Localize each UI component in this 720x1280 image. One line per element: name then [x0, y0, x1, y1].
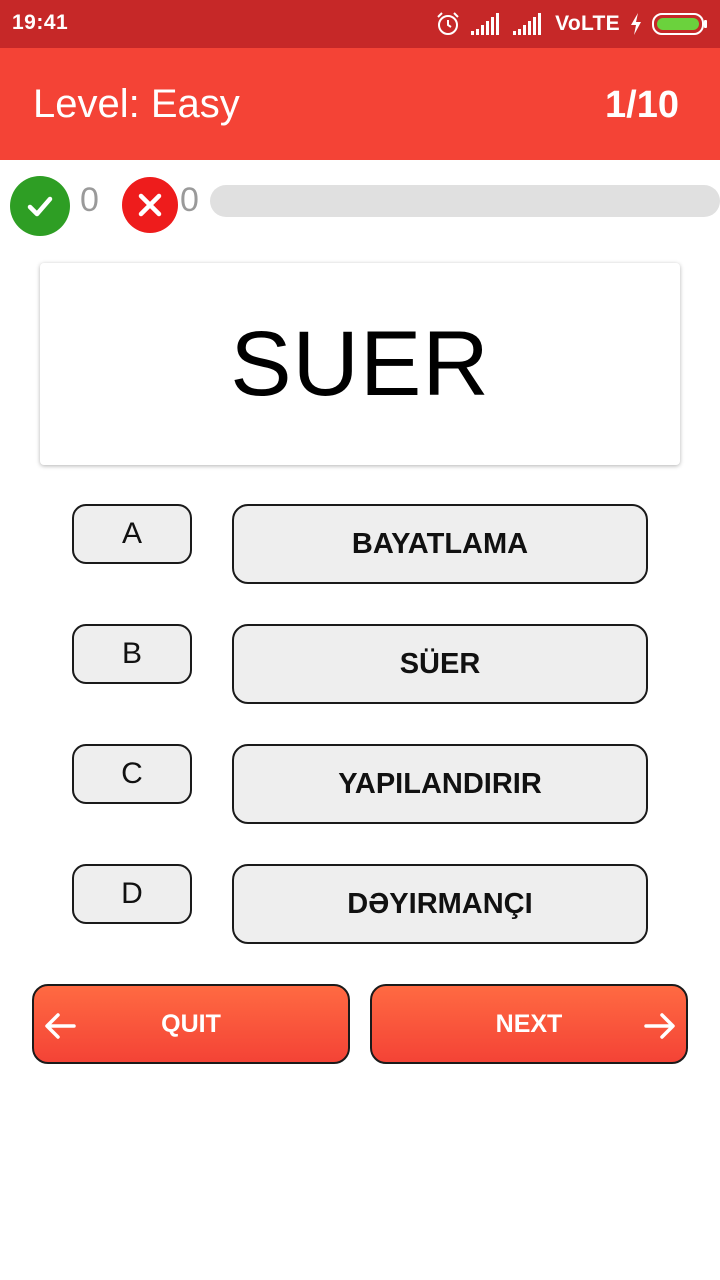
question-word: SUER [230, 312, 490, 415]
status-icons: VoLTE [435, 8, 708, 40]
option-letter-b: B [72, 624, 192, 684]
app-bar: Level: Easy 1/10 [0, 48, 720, 160]
option-letter-a: A [72, 504, 192, 564]
question-card: SUER [40, 263, 680, 465]
next-label: NEXT [495, 1009, 563, 1038]
alarm-icon [435, 11, 461, 37]
option-letter-d: D [72, 864, 192, 924]
arrow-right-icon [642, 1008, 678, 1044]
status-time: 19:41 [12, 11, 69, 34]
checkmark-icon [10, 176, 70, 236]
battery-icon [652, 12, 708, 36]
answer-button-d[interactable]: DƏYIRMANÇI [232, 864, 648, 944]
wrong-count: 0 [180, 181, 199, 219]
answer-button-a[interactable]: BAYATLAMA [232, 504, 648, 584]
quit-button[interactable]: QUIT [32, 984, 350, 1064]
status-bar: 19:41 VoLTE [0, 0, 720, 48]
quit-label: QUIT [161, 1009, 221, 1038]
option-letter-c: C [72, 744, 192, 804]
signal-icon [471, 13, 503, 35]
answer-button-c[interactable]: YAPILANDIRIR [232, 744, 648, 824]
correct-count: 0 [80, 181, 99, 219]
network-type-label: VoLTE [555, 12, 620, 35]
answer-button-b[interactable]: SÜER [232, 624, 648, 704]
next-button[interactable]: NEXT [370, 984, 688, 1064]
arrow-left-icon [42, 1008, 78, 1044]
progress-bar [210, 185, 720, 217]
charging-icon [630, 13, 642, 35]
level-title: Level: Easy [33, 82, 240, 126]
close-icon [122, 177, 178, 233]
question-counter: 1/10 [605, 84, 679, 126]
signal-icon [513, 13, 545, 35]
